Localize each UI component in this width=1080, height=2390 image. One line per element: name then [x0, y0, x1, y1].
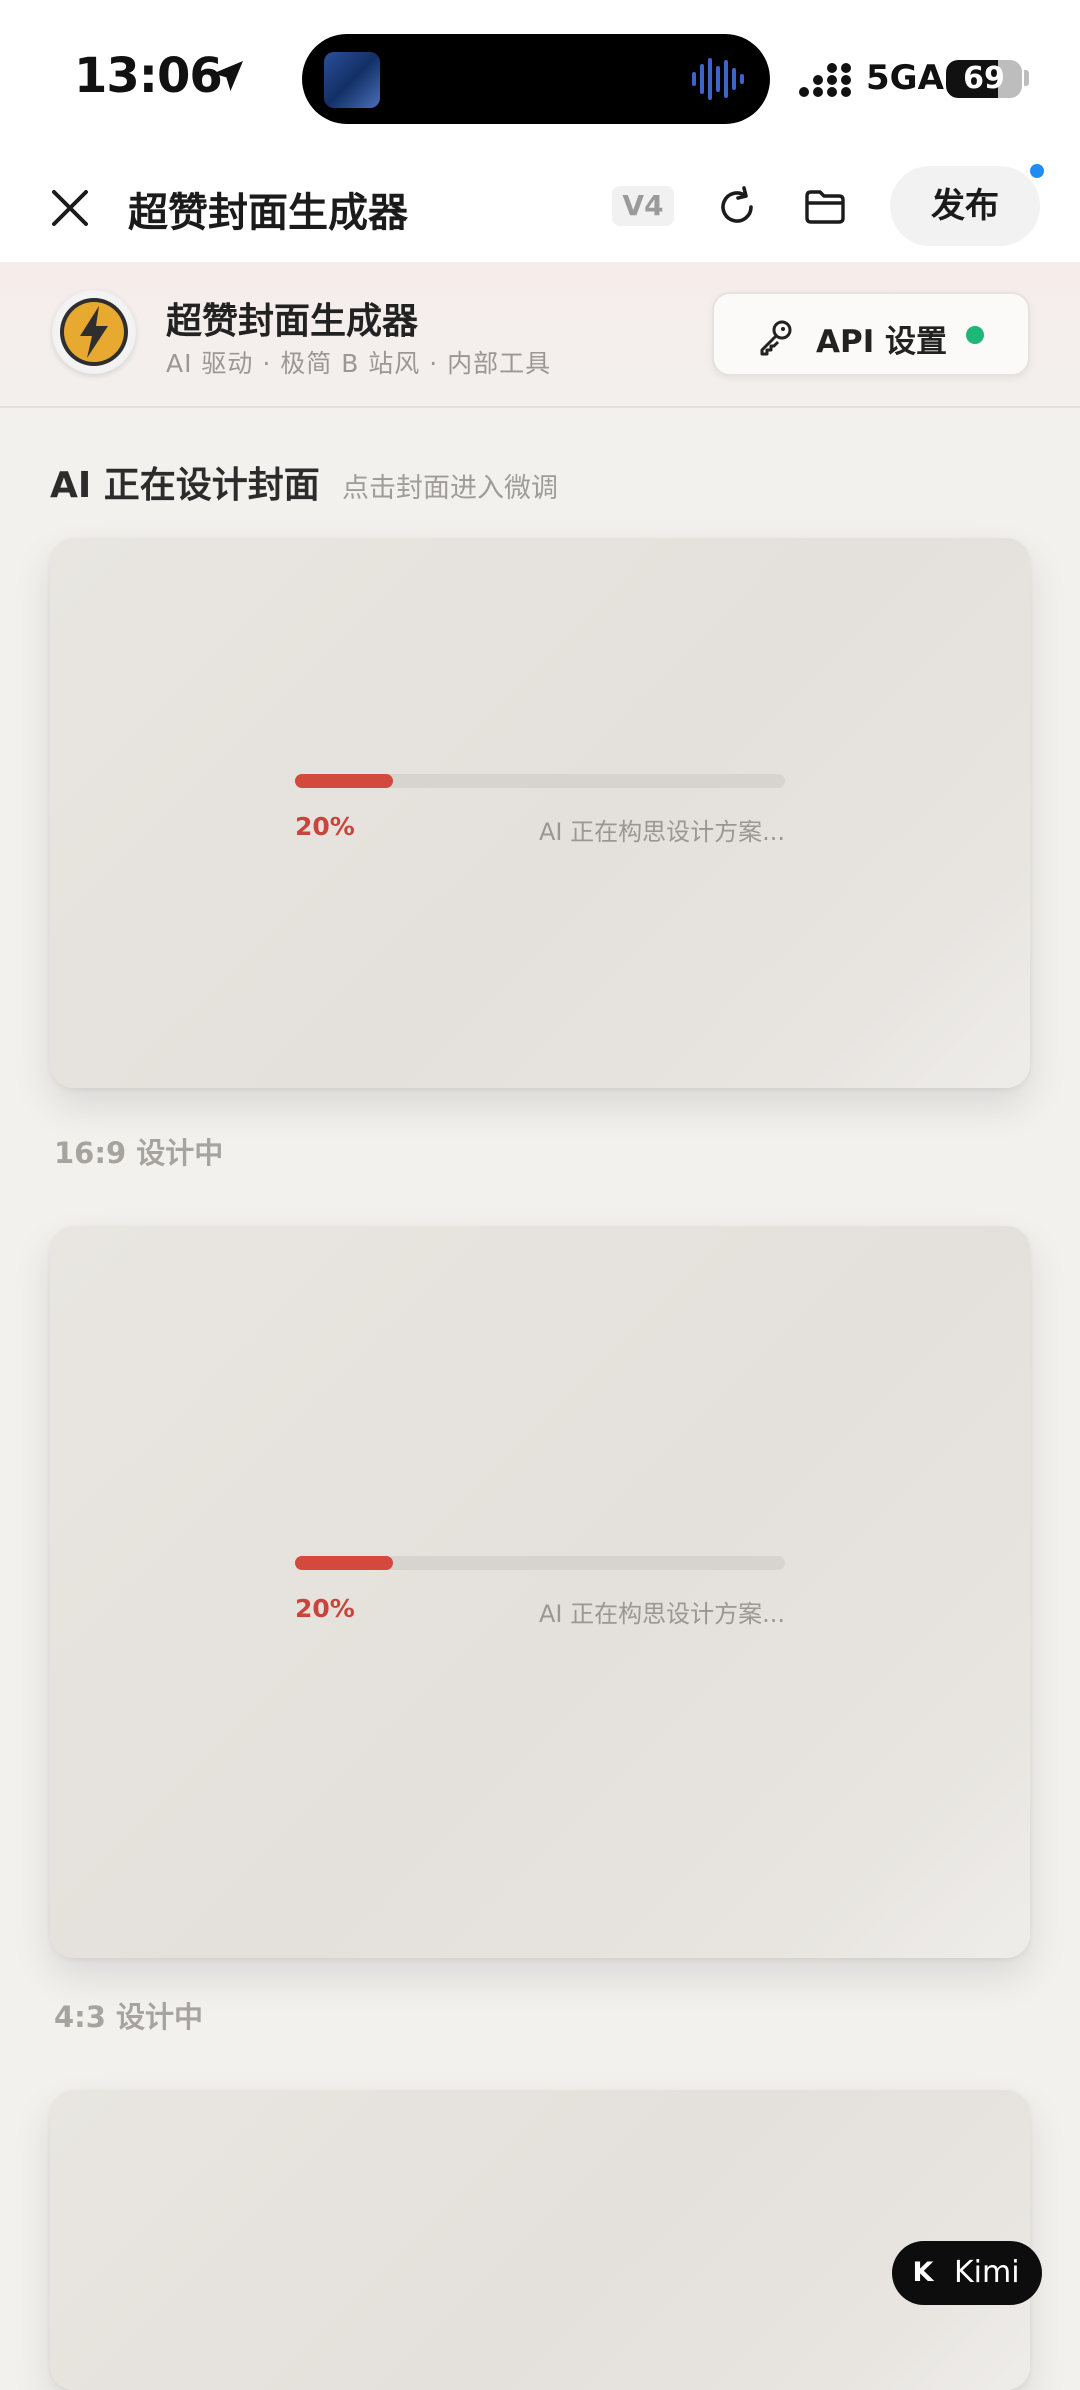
- status-time: 13:06: [74, 48, 223, 104]
- progress-status-text: AI 正在构思设计方案...: [538, 818, 785, 846]
- api-settings-label: API 设置: [816, 324, 948, 360]
- cover-card-4-3[interactable]: 20% AI 正在构思设计方案...: [50, 1226, 1030, 1958]
- progress-track: [295, 774, 785, 788]
- battery-tip: [1024, 70, 1029, 86]
- brand-name: 超赞封面生成器: [166, 301, 419, 342]
- status-bar: 13:06 5GA 69: [0, 0, 1080, 160]
- battery-percent: 69: [963, 61, 1005, 96]
- page-title: 超赞封面生成器: [128, 190, 408, 236]
- progress-status-text: AI 正在构思设计方案...: [538, 1600, 785, 1628]
- folder-icon[interactable]: [802, 184, 848, 230]
- kimi-label: Kimi: [954, 2255, 1020, 2290]
- progress-percent: 20%: [295, 812, 355, 841]
- progress-percent: 20%: [295, 1594, 355, 1623]
- card-caption-4-3: 4:3 设计中: [54, 2000, 204, 2034]
- refresh-icon[interactable]: [714, 184, 760, 230]
- section-hint: 点击封面进入微调: [342, 473, 558, 504]
- api-settings-button[interactable]: API 设置: [712, 292, 1030, 376]
- network-type: 5GA: [866, 58, 944, 98]
- lightning-logo-icon: [52, 290, 136, 374]
- card-caption-16-9: 16:9 设计中: [54, 1136, 224, 1170]
- kimi-assistant-button[interactable]: K Kimi: [892, 2241, 1042, 2305]
- cover-card-third[interactable]: [50, 2090, 1030, 2390]
- location-arrow-icon: [213, 61, 243, 91]
- api-status-dot: [966, 326, 984, 344]
- close-icon[interactable]: [46, 184, 94, 232]
- key-icon: [760, 320, 792, 356]
- battery-icon: 69: [946, 60, 1022, 98]
- cover-card-16-9[interactable]: 20% AI 正在构思设计方案...: [50, 538, 1030, 1088]
- progress-fill: [295, 774, 393, 788]
- now-playing-artwork: [324, 52, 380, 108]
- version-badge: V4: [612, 186, 674, 226]
- publish-button[interactable]: 发布: [890, 166, 1040, 246]
- section-title: AI 正在设计封面: [50, 465, 320, 506]
- brand-subtitle: AI 驱动 · 极简 B 站风 · 内部工具: [166, 349, 552, 378]
- progress-track: [295, 1556, 785, 1570]
- audio-waveform-icon: [692, 58, 744, 100]
- dynamic-island[interactable]: [302, 34, 770, 124]
- progress-fill: [295, 1556, 393, 1570]
- cellular-signal-icon: [799, 63, 851, 97]
- publish-notification-dot: [1030, 164, 1044, 178]
- kimi-logo-icon: K: [906, 2256, 940, 2290]
- app-brand-bar: 超赞封面生成器 AI 驱动 · 极简 B 站风 · 内部工具 API 设置: [0, 262, 1080, 408]
- app-header: 超赞封面生成器 V4 发布: [0, 160, 1080, 262]
